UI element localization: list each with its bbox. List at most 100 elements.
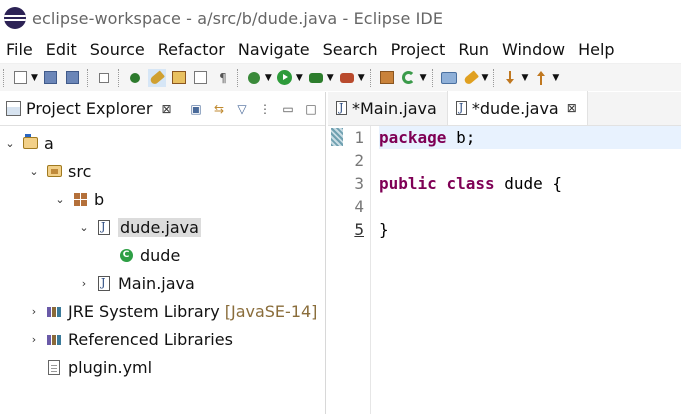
menu-edit[interactable]: Edit [40, 40, 84, 59]
debug-dropdown-icon[interactable]: ▼ [265, 73, 272, 83]
chevron-down-icon[interactable]: ⌄ [54, 193, 66, 206]
coverage-icon[interactable] [307, 69, 325, 87]
toolbar-grip[interactable] [117, 68, 121, 87]
run-icon[interactable] [276, 69, 294, 87]
menu-help[interactable]: Help [572, 40, 621, 59]
menu-run[interactable]: Run [452, 40, 496, 59]
toolbar-grip[interactable] [369, 68, 373, 87]
tree-item-dude-class[interactable]: dude [0, 241, 325, 269]
tree-item-plugin-yml[interactable]: plugin.yml [0, 353, 325, 381]
tree-item-main-java[interactable]: › Main.java [0, 269, 325, 297]
line-number: 4 [354, 197, 364, 216]
tree-label: Main.java [118, 273, 195, 293]
tree-item-package-b[interactable]: ⌄ b [0, 185, 325, 213]
toolbar-grip[interactable] [236, 68, 240, 87]
block-selection-icon[interactable] [170, 69, 188, 87]
code-line[interactable]: public class dude { [379, 172, 681, 195]
line-number-ruler[interactable]: 1 2 3 4 5 [340, 126, 366, 414]
chevron-right-icon[interactable]: › [78, 277, 90, 290]
library-icon [46, 303, 62, 319]
menu-project[interactable]: Project [385, 40, 453, 59]
current-line-marker-icon [331, 128, 343, 146]
skip-breakpoints-icon[interactable] [95, 69, 113, 87]
minimize-icon[interactable]: ▭ [280, 101, 296, 117]
close-icon[interactable]: ⊠ [567, 101, 577, 115]
keyword: class [446, 174, 495, 193]
tab-project-explorer[interactable]: Project Explorer ⊠ [0, 92, 178, 126]
library-icon [46, 331, 62, 347]
tree-item-project[interactable]: ⌄ a [0, 129, 325, 157]
link-with-editor-icon[interactable]: ⇆ [211, 101, 227, 117]
chevron-down-icon[interactable]: ⌄ [28, 165, 40, 178]
main-toolbar: ▼ ¶ ▼ ▼ ▼ ▼ ▼ ▼ ▼ ▼ [0, 63, 681, 91]
view-actions: ▣ ⇆ ▽ ⋮ ▭ □ [181, 92, 319, 126]
toolbar-grip[interactable] [86, 68, 90, 87]
close-icon[interactable]: ⊠ [161, 102, 171, 116]
code-line[interactable]: package b; [379, 126, 681, 149]
menu-window[interactable]: Window [496, 40, 572, 59]
mark-occurrences-icon[interactable] [147, 68, 166, 87]
chevron-right-icon[interactable]: › [28, 305, 40, 318]
editor-tab-bar: *Main.java *dude.java ⊠ [328, 91, 681, 126]
next-annotation-dropdown-icon[interactable]: ▼ [521, 73, 528, 83]
menu-source[interactable]: Source [84, 40, 152, 59]
tab-dude-java[interactable]: *dude.java ⊠ [446, 91, 588, 125]
new-package-icon[interactable] [378, 69, 396, 87]
editor-area: *Main.java *dude.java ⊠ 1 2 3 4 5 packag… [328, 91, 681, 414]
tree-item-dude-java[interactable]: ⌄ dude.java [0, 213, 325, 241]
chevron-right-icon[interactable]: › [28, 333, 40, 346]
tree-label: dude [140, 245, 181, 265]
collapse-all-icon[interactable]: ▣ [188, 101, 204, 117]
save-icon[interactable] [42, 69, 60, 87]
save-all-icon[interactable] [64, 69, 82, 87]
open-type-icon[interactable] [440, 69, 458, 87]
menu-refactor[interactable]: Refactor [152, 40, 232, 59]
menu-navigate[interactable]: Navigate [232, 40, 317, 59]
filter-icon[interactable]: ▽ [234, 101, 250, 117]
external-tools-dropdown-icon[interactable]: ▼ [358, 73, 365, 83]
show-whitespace-icon[interactable] [192, 69, 210, 87]
tree-item-src[interactable]: ⌄ src [0, 157, 325, 185]
toolbar-grip[interactable] [3, 68, 6, 87]
maximize-icon[interactable]: □ [303, 101, 319, 117]
external-tools-icon[interactable] [338, 69, 356, 87]
debug-icon[interactable] [245, 69, 263, 87]
new-class-dropdown-icon[interactable]: ▼ [420, 73, 427, 83]
code-text[interactable]: package b; public class dude { } [371, 126, 681, 414]
code-line[interactable] [379, 195, 681, 218]
project-explorer-icon [6, 101, 21, 116]
code-line[interactable]: } [379, 218, 681, 241]
code-editor[interactable]: 1 2 3 4 5 package b; public class dude {… [328, 126, 681, 414]
toolbar-grip[interactable] [431, 68, 435, 87]
chevron-down-icon[interactable]: ⌄ [4, 137, 16, 150]
toggle-breadcrumb-icon[interactable] [126, 69, 144, 87]
launch-dropdown-icon[interactable]: ▼ [482, 73, 489, 83]
code-line[interactable] [379, 149, 681, 172]
tree-label: JRE System Library [68, 301, 220, 321]
annotation-ruler[interactable] [328, 126, 343, 414]
view-menu-icon[interactable]: ⋮ [257, 101, 273, 117]
tab-main-java[interactable]: *Main.java [328, 91, 447, 125]
tree-item-jre-library[interactable]: › JRE System Library [JavaSE-14] [0, 297, 325, 325]
paragraph-icon[interactable]: ¶ [214, 69, 232, 87]
code-token: b; [446, 128, 476, 147]
explorer-tab-bar: Project Explorer ⊠ ▣ ⇆ ▽ ⋮ ▭ □ [0, 92, 325, 126]
code-token: } [379, 220, 389, 239]
run-dropdown-icon[interactable]: ▼ [296, 73, 303, 83]
chevron-down-icon[interactable]: ⌄ [78, 221, 90, 234]
toolbar-grip[interactable] [493, 68, 496, 87]
tree-item-referenced-libraries[interactable]: › Referenced Libraries [0, 325, 325, 353]
launch-icon[interactable] [462, 69, 480, 87]
previous-annotation-dropdown-icon[interactable]: ▼ [552, 73, 559, 83]
tree-label: src [68, 161, 92, 181]
next-annotation-icon[interactable] [501, 69, 519, 87]
menu-search[interactable]: Search [317, 40, 385, 59]
line-number: 2 [354, 151, 364, 170]
tab-label: *Main.java [352, 98, 437, 118]
previous-annotation-icon[interactable] [532, 69, 550, 87]
new-dropdown-icon[interactable]: ▼ [31, 73, 38, 83]
new-icon[interactable] [11, 69, 29, 87]
coverage-dropdown-icon[interactable]: ▼ [327, 73, 334, 83]
menu-file[interactable]: File [0, 40, 40, 59]
new-class-icon[interactable] [400, 69, 418, 87]
